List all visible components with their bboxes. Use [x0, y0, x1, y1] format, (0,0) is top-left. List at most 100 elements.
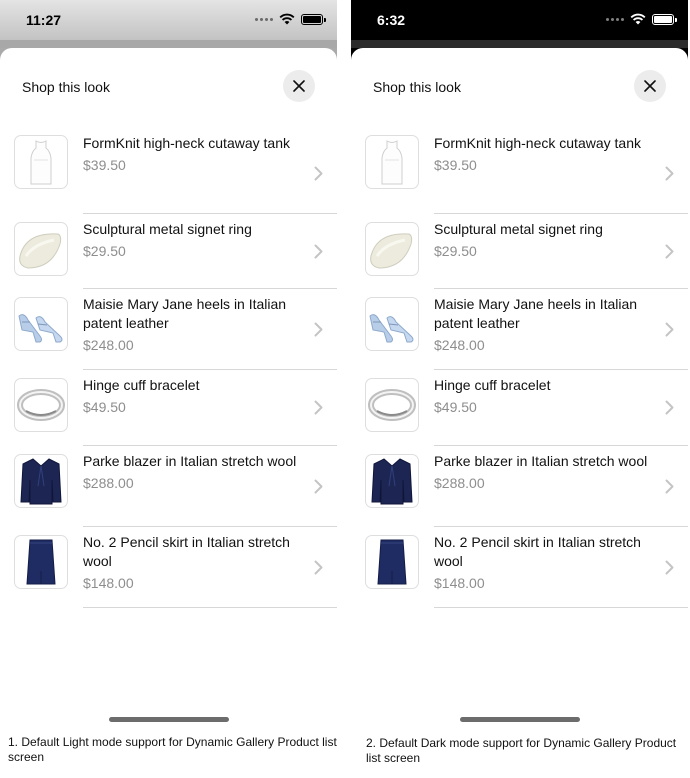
white-tank-icon — [14, 135, 68, 189]
chevron-right-icon — [314, 244, 323, 264]
skirt-icon — [365, 535, 419, 589]
chevron-right-icon — [314, 322, 323, 342]
status-bar: 6:32 — [351, 0, 688, 40]
product-price: $248.00 — [434, 337, 485, 353]
product-price: $248.00 — [83, 337, 134, 353]
product-row[interactable]: Hinge cuff bracelet $49.50 — [351, 370, 688, 446]
status-bar: 11:27 — [0, 0, 337, 40]
caption-light-mode: 1. Default Light mode support for Dynami… — [8, 735, 337, 764]
chevron-right-icon — [665, 244, 674, 264]
phone-screen-light: 11:27 Shop this look FormKnit high-neck … — [0, 0, 337, 730]
status-icons — [255, 13, 326, 25]
product-info: FormKnit high-neck cutaway tank $39.50 — [83, 133, 337, 214]
skirt-icon — [14, 535, 68, 589]
product-name: Hinge cuff bracelet — [83, 377, 200, 393]
product-name: Parke blazer in Italian stretch wool — [83, 453, 297, 469]
battery-icon — [652, 13, 677, 25]
product-name: Maisie Mary Jane heels in Italian patent… — [83, 296, 287, 331]
product-row[interactable]: Sculptural metal signet ring $29.50 — [351, 214, 688, 289]
home-indicator[interactable] — [108, 717, 229, 722]
ring-icon — [365, 222, 419, 276]
heels-icon — [14, 297, 68, 351]
product-row[interactable]: FormKnit high-neck cutaway tank $39.50 — [351, 133, 688, 214]
blazer-icon — [14, 454, 68, 508]
chevron-right-icon — [314, 400, 323, 420]
status-time: 11:27 — [26, 12, 62, 28]
product-price: $29.50 — [434, 243, 477, 259]
home-indicator[interactable] — [459, 717, 580, 722]
product-price: $39.50 — [83, 157, 126, 173]
product-info: Hinge cuff bracelet $49.50 — [83, 370, 337, 446]
chevron-right-icon — [665, 166, 674, 186]
chevron-right-icon — [314, 560, 323, 580]
battery-icon — [301, 13, 326, 25]
phone-screen-dark: 6:32 Shop this look FormKnit high-neck c… — [351, 0, 688, 730]
signal-icon — [606, 17, 624, 21]
product-name: No. 2 Pencil skirt in Italian stretch wo… — [434, 534, 641, 569]
product-row[interactable]: Sculptural metal signet ring $29.50 — [0, 214, 337, 289]
product-list: FormKnit high-neck cutaway tank $39.50 Scu… — [351, 133, 688, 608]
close-icon — [293, 80, 305, 92]
wifi-icon — [630, 13, 646, 25]
heels-icon — [365, 297, 419, 351]
product-row[interactable]: No. 2 Pencil skirt in Italian stretch wo… — [0, 527, 337, 608]
sheet-title: Shop this look — [22, 79, 110, 95]
product-info: Sculptural metal signet ring $29.50 — [434, 214, 688, 289]
close-button[interactable] — [634, 70, 666, 102]
product-info: Maisie Mary Jane heels in Italian patent… — [83, 289, 337, 370]
product-price: $148.00 — [434, 575, 485, 591]
product-info: No. 2 Pencil skirt in Italian stretch wo… — [434, 527, 688, 608]
signal-icon — [255, 17, 273, 21]
blazer-icon — [365, 454, 419, 508]
product-list: FormKnit high-neck cutaway tank $39.50 Scu… — [0, 133, 337, 608]
product-row[interactable]: Maisie Mary Jane heels in Italian patent… — [0, 289, 337, 370]
product-row[interactable]: No. 2 Pencil skirt in Italian stretch wo… — [351, 527, 688, 608]
chevron-right-icon — [665, 400, 674, 420]
product-price: $29.50 — [83, 243, 126, 259]
bottom-sheet: Shop this look FormKnit high-neck cutawa… — [351, 48, 688, 730]
product-row[interactable]: Parke blazer in Italian stretch wool $288… — [351, 446, 688, 527]
bracelet-icon — [14, 378, 68, 432]
product-price: $288.00 — [434, 475, 485, 491]
chevron-right-icon — [314, 479, 323, 499]
status-icons — [606, 13, 677, 25]
product-row[interactable]: Maisie Mary Jane heels in Italian patent… — [351, 289, 688, 370]
product-row[interactable]: Parke blazer in Italian stretch wool $288… — [0, 446, 337, 527]
product-info: FormKnit high-neck cutaway tank $39.50 — [434, 133, 688, 214]
product-info: Parke blazer in Italian stretch wool $288… — [83, 446, 337, 527]
product-row[interactable]: Hinge cuff bracelet $49.50 — [0, 370, 337, 446]
status-time: 6:32 — [377, 12, 406, 28]
bracelet-icon — [365, 378, 419, 432]
sheet-title: Shop this look — [373, 79, 461, 95]
product-info: Parke blazer in Italian stretch wool $288… — [434, 446, 688, 527]
product-name: Hinge cuff bracelet — [434, 377, 551, 393]
product-name: Sculptural metal signet ring — [434, 221, 603, 237]
background-strip — [0, 40, 337, 48]
product-price: $49.50 — [434, 399, 477, 415]
product-price: $49.50 — [83, 399, 126, 415]
product-name: Parke blazer in Italian stretch wool — [434, 453, 648, 469]
bottom-sheet: Shop this look FormKnit high-neck cutawa… — [0, 48, 337, 730]
close-button[interactable] — [283, 70, 315, 102]
product-name: Maisie Mary Jane heels in Italian patent… — [434, 296, 638, 331]
product-price: $148.00 — [83, 575, 134, 591]
product-row[interactable]: FormKnit high-neck cutaway tank $39.50 — [0, 133, 337, 214]
product-info: Hinge cuff bracelet $49.50 — [434, 370, 688, 446]
product-info: No. 2 Pencil skirt in Italian stretch wo… — [83, 527, 337, 608]
product-name: FormKnit high-neck cutaway tank — [83, 135, 290, 151]
chevron-right-icon — [665, 560, 674, 580]
product-name: FormKnit high-neck cutaway tank — [434, 135, 641, 151]
product-info: Maisie Mary Jane heels in Italian patent… — [434, 289, 688, 370]
product-name: No. 2 Pencil skirt in Italian stretch wo… — [83, 534, 290, 569]
caption-dark-mode: 2. Default Dark mode support for Dynamic… — [366, 736, 677, 765]
chevron-right-icon — [314, 166, 323, 186]
chevron-right-icon — [665, 322, 674, 342]
product-price: $288.00 — [83, 475, 134, 491]
close-icon — [644, 80, 656, 92]
white-tank-icon — [365, 135, 419, 189]
chevron-right-icon — [665, 479, 674, 499]
product-name: Sculptural metal signet ring — [83, 221, 252, 237]
product-info: Sculptural metal signet ring $29.50 — [83, 214, 337, 289]
background-strip — [351, 40, 688, 48]
wifi-icon — [279, 13, 295, 25]
